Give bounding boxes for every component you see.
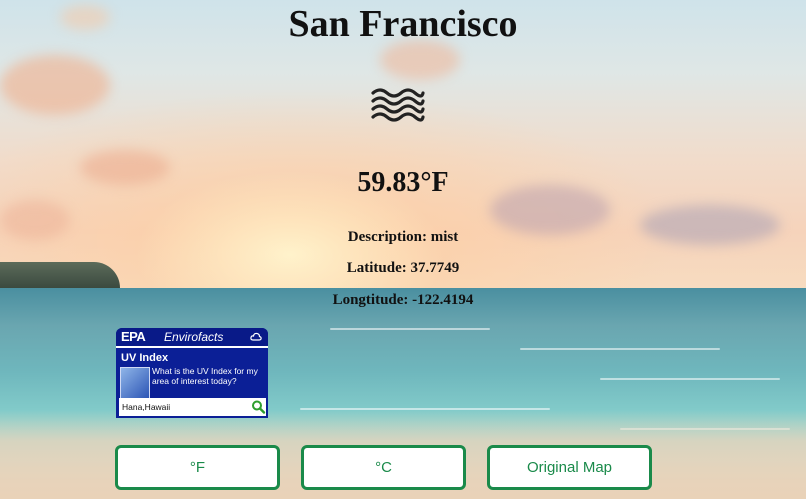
search-button[interactable] bbox=[250, 398, 266, 416]
wave bbox=[330, 328, 490, 330]
city-title: San Francisco bbox=[288, 3, 518, 45]
longitude-text: Longtitude: -122.4194 bbox=[332, 292, 474, 308]
epa-widget-header: EPA Envirofacts bbox=[116, 328, 268, 348]
globe-icon bbox=[120, 367, 150, 399]
cloud-icon bbox=[250, 332, 262, 341]
mist-waves-icon bbox=[371, 88, 425, 122]
celsius-button[interactable]: °C bbox=[301, 445, 466, 490]
wave bbox=[520, 348, 720, 350]
epa-uv-widget: EPA Envirofacts UV Index What is the UV … bbox=[116, 328, 268, 418]
wave bbox=[600, 378, 780, 380]
latitude-text: Latitude: 37.7749 bbox=[346, 260, 460, 276]
cloud bbox=[380, 40, 460, 80]
background-beach-image bbox=[0, 0, 806, 499]
epa-logo[interactable]: EPA bbox=[121, 329, 146, 344]
original-map-button[interactable]: Original Map bbox=[487, 445, 652, 490]
uv-index-heading: UV Index bbox=[121, 352, 169, 364]
fahrenheit-button[interactable]: °F bbox=[115, 445, 280, 490]
uv-location-search-input[interactable] bbox=[119, 398, 250, 416]
cloud bbox=[0, 55, 110, 115]
weather-description: Description: mist bbox=[347, 229, 459, 245]
uv-index-question: What is the UV Index for my area of inte… bbox=[152, 366, 258, 386]
envirofacts-link[interactable]: Envirofacts bbox=[164, 330, 223, 344]
temperature-value: 59.83°F bbox=[357, 167, 449, 198]
search-icon bbox=[252, 400, 266, 414]
